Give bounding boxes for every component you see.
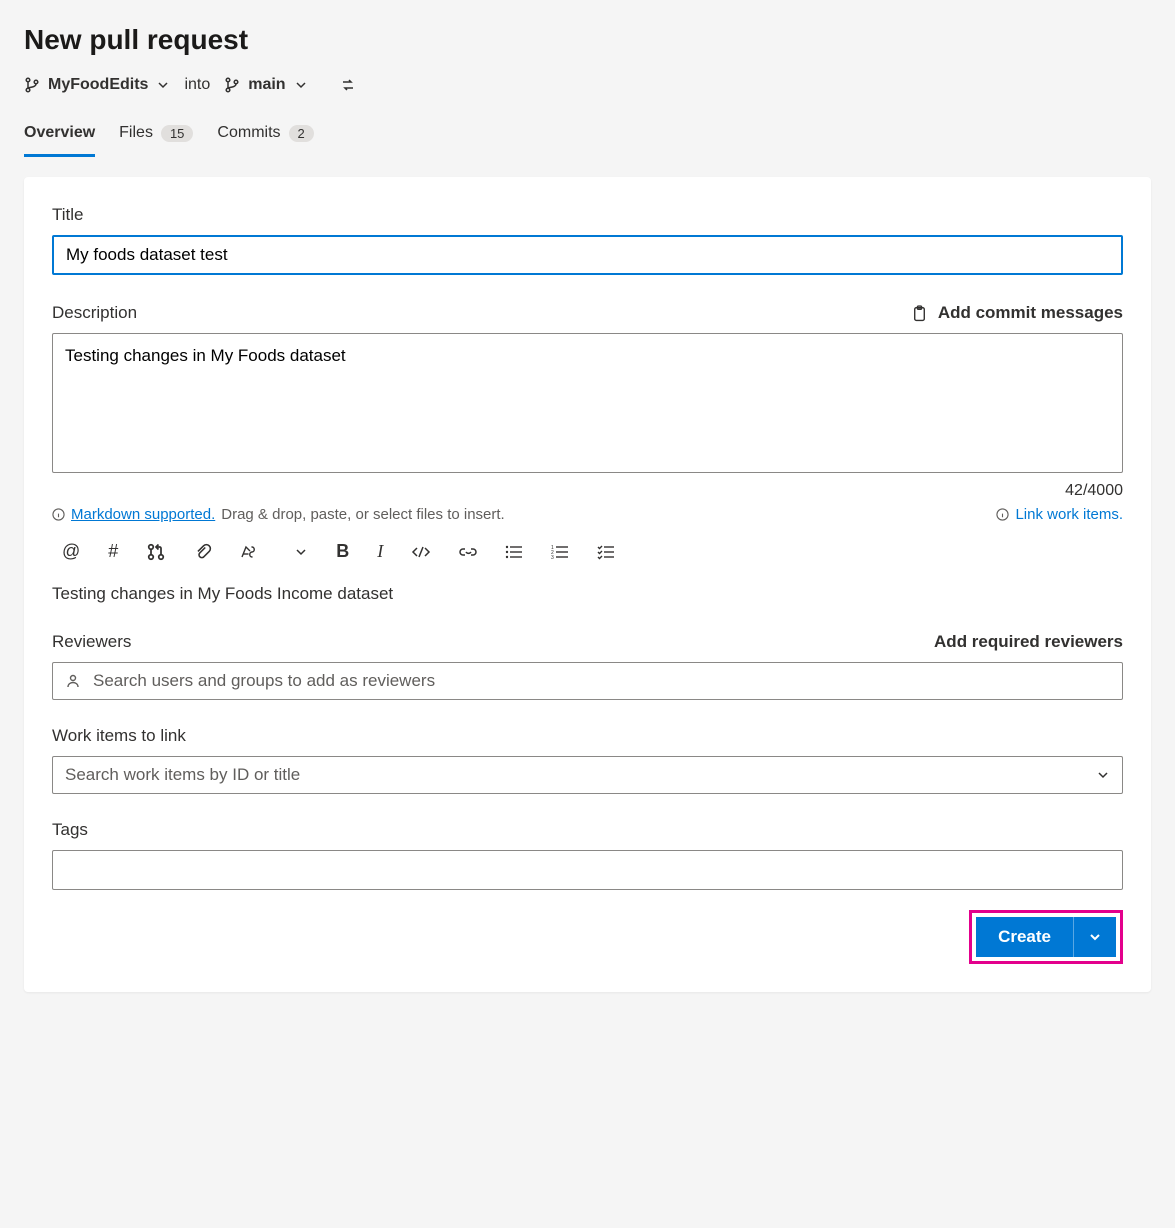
page-title: New pull request <box>24 24 1151 56</box>
svg-text:3: 3 <box>551 555 554 560</box>
work-items-placeholder: Search work items by ID or title <box>65 765 300 785</box>
create-button[interactable]: Create <box>976 917 1116 957</box>
reviewers-label: Reviewers <box>52 632 131 652</box>
description-preview: Testing changes in My Foods Income datas… <box>52 584 1123 604</box>
char-count: 42/4000 <box>52 482 1123 500</box>
checklist-icon[interactable] <box>597 544 615 560</box>
reviewers-input-wrap[interactable] <box>52 662 1123 700</box>
tabs: Overview Files 15 Commits 2 <box>24 116 1151 157</box>
tags-label: Tags <box>52 820 1123 840</box>
tab-count-badge: 15 <box>161 125 193 142</box>
create-button-label: Create <box>976 917 1073 957</box>
title-label: Title <box>52 205 1123 225</box>
form-card: Title Description Add commit messages 42… <box>24 177 1151 992</box>
target-branch-name: main <box>248 76 285 94</box>
tags-input[interactable] <box>52 850 1123 890</box>
swap-branches-button[interactable] <box>340 77 356 93</box>
target-branch-selector[interactable]: main <box>224 76 307 94</box>
pull-request-icon[interactable] <box>146 542 166 562</box>
add-required-reviewers-button[interactable]: Add required reviewers <box>934 632 1123 652</box>
create-dropdown-button[interactable] <box>1073 917 1116 957</box>
chevron-down-icon[interactable] <box>294 545 308 559</box>
markdown-supported-link[interactable]: Markdown supported. <box>71 506 215 523</box>
chevron-down-icon <box>1096 768 1110 782</box>
chevron-down-icon <box>294 78 308 92</box>
text-style-icon[interactable] <box>240 543 266 561</box>
link-work-items-link[interactable]: Link work items. <box>996 506 1123 523</box>
add-commit-messages-label: Add commit messages <box>938 303 1123 323</box>
italic-icon[interactable]: I <box>377 541 383 562</box>
tab-label: Overview <box>24 124 95 142</box>
into-label: into <box>184 76 210 94</box>
person-icon <box>65 673 81 689</box>
title-input[interactable] <box>52 235 1123 275</box>
branch-icon <box>24 77 40 93</box>
numbered-list-icon[interactable]: 1 2 3 <box>551 544 569 560</box>
info-icon <box>52 508 65 521</box>
link-icon[interactable] <box>459 544 477 560</box>
code-icon[interactable] <box>411 544 431 560</box>
tab-label: Files <box>119 124 153 142</box>
create-button-highlight: Create <box>969 910 1123 964</box>
description-label: Description <box>52 303 137 323</box>
link-work-items-label: Link work items. <box>1015 506 1123 523</box>
clipboard-icon <box>911 305 928 322</box>
mention-icon[interactable]: @ <box>62 541 80 562</box>
tab-overview[interactable]: Overview <box>24 116 95 157</box>
reviewers-input[interactable] <box>93 671 1110 691</box>
source-branch-name: MyFoodEdits <box>48 76 148 94</box>
editor-toolbar: @ # B I <box>52 537 1123 566</box>
tab-commits[interactable]: Commits 2 <box>217 116 313 157</box>
description-input[interactable] <box>52 333 1123 473</box>
chevron-down-icon <box>156 78 170 92</box>
add-commit-messages-button[interactable]: Add commit messages <box>911 303 1123 323</box>
work-items-label: Work items to link <box>52 726 1123 746</box>
branch-icon <box>224 77 240 93</box>
tab-count-badge: 2 <box>289 125 314 142</box>
bullet-list-icon[interactable] <box>505 544 523 560</box>
source-branch-selector[interactable]: MyFoodEdits <box>24 76 170 94</box>
drag-drop-hint: Drag & drop, paste, or select files to i… <box>221 506 504 523</box>
tab-files[interactable]: Files 15 <box>119 116 193 157</box>
branch-selector-row: MyFoodEdits into main <box>24 76 1151 94</box>
attachment-icon[interactable] <box>194 543 212 561</box>
work-items-select[interactable]: Search work items by ID or title <box>52 756 1123 794</box>
hash-icon[interactable]: # <box>108 541 118 562</box>
info-icon <box>996 508 1009 521</box>
tab-label: Commits <box>217 124 280 142</box>
bold-icon[interactable]: B <box>336 541 349 562</box>
